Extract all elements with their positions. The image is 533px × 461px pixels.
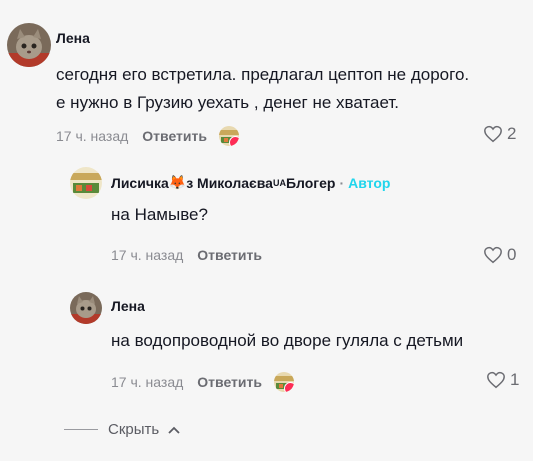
avatar[interactable] bbox=[70, 167, 102, 199]
shop-avatar-icon bbox=[70, 167, 102, 199]
hide-label: Скрыть bbox=[108, 421, 160, 438]
reply-time: 17 ч. назад bbox=[111, 247, 184, 263]
separator-dot: · bbox=[339, 174, 345, 191]
reply-time: 17 ч. назад bbox=[111, 374, 184, 390]
comment-time: 17 ч. назад bbox=[56, 128, 129, 144]
heart-outline-icon bbox=[484, 246, 502, 264]
avatar[interactable] bbox=[70, 292, 102, 324]
reply-author[interactable]: Лисичка 🦊 з Миколаєва UA Блогер · Автор bbox=[111, 174, 390, 191]
reply-meta: 17 ч. назад Ответить bbox=[111, 372, 294, 392]
avatar[interactable] bbox=[7, 23, 51, 67]
divider bbox=[64, 429, 98, 430]
author-badge: Автор bbox=[348, 174, 391, 191]
comment-meta: 17 ч. назад Ответить bbox=[56, 126, 239, 146]
kitten-avatar-icon bbox=[7, 23, 51, 67]
like-button[interactable]: 0 bbox=[483, 245, 516, 265]
author-flag: UA bbox=[272, 177, 286, 188]
reply-text: на водопроводной во дворе гуляла с детьм… bbox=[111, 331, 464, 350]
like-count: 2 bbox=[507, 124, 517, 143]
heart-badge-icon bbox=[228, 136, 239, 146]
chevron-up-icon bbox=[168, 426, 180, 434]
comment-author[interactable]: Лена bbox=[56, 30, 90, 46]
like-count: 1 bbox=[510, 370, 520, 389]
like-button[interactable]: 1 bbox=[486, 370, 519, 390]
like-count: 0 bbox=[507, 245, 517, 264]
heart-outline-icon bbox=[487, 371, 505, 389]
reply-text: на Намыве? bbox=[111, 205, 208, 224]
heart-badge-icon bbox=[283, 382, 294, 392]
creator-liked-avatar bbox=[273, 372, 294, 392]
reply-author[interactable]: Лена bbox=[111, 298, 145, 314]
kitten-avatar-icon bbox=[70, 292, 102, 324]
reply-button[interactable]: Ответить bbox=[142, 128, 207, 144]
like-button[interactable]: 2 bbox=[483, 124, 516, 144]
comment-text-line-2: е нужно в Грузию уехать , денег не хвата… bbox=[56, 93, 400, 112]
reply-button[interactable]: Ответить bbox=[197, 247, 262, 263]
reply-button[interactable]: Ответить bbox=[197, 374, 262, 390]
fox-emoji-icon: 🦊 bbox=[168, 174, 187, 190]
creator-liked-avatar bbox=[218, 126, 239, 146]
hide-replies-button[interactable]: Скрыть bbox=[64, 421, 181, 438]
comment-text-line-1: сегодня его встретила. предлагал цептоп … bbox=[56, 65, 470, 84]
author-name-suffix: Блогер bbox=[285, 174, 336, 191]
reply-meta: 17 ч. назад Ответить bbox=[111, 247, 262, 263]
author-name-prefix: Лисичка bbox=[111, 174, 169, 191]
heart-outline-icon bbox=[484, 125, 502, 143]
author-name-middle: з Миколаєва bbox=[186, 174, 273, 191]
